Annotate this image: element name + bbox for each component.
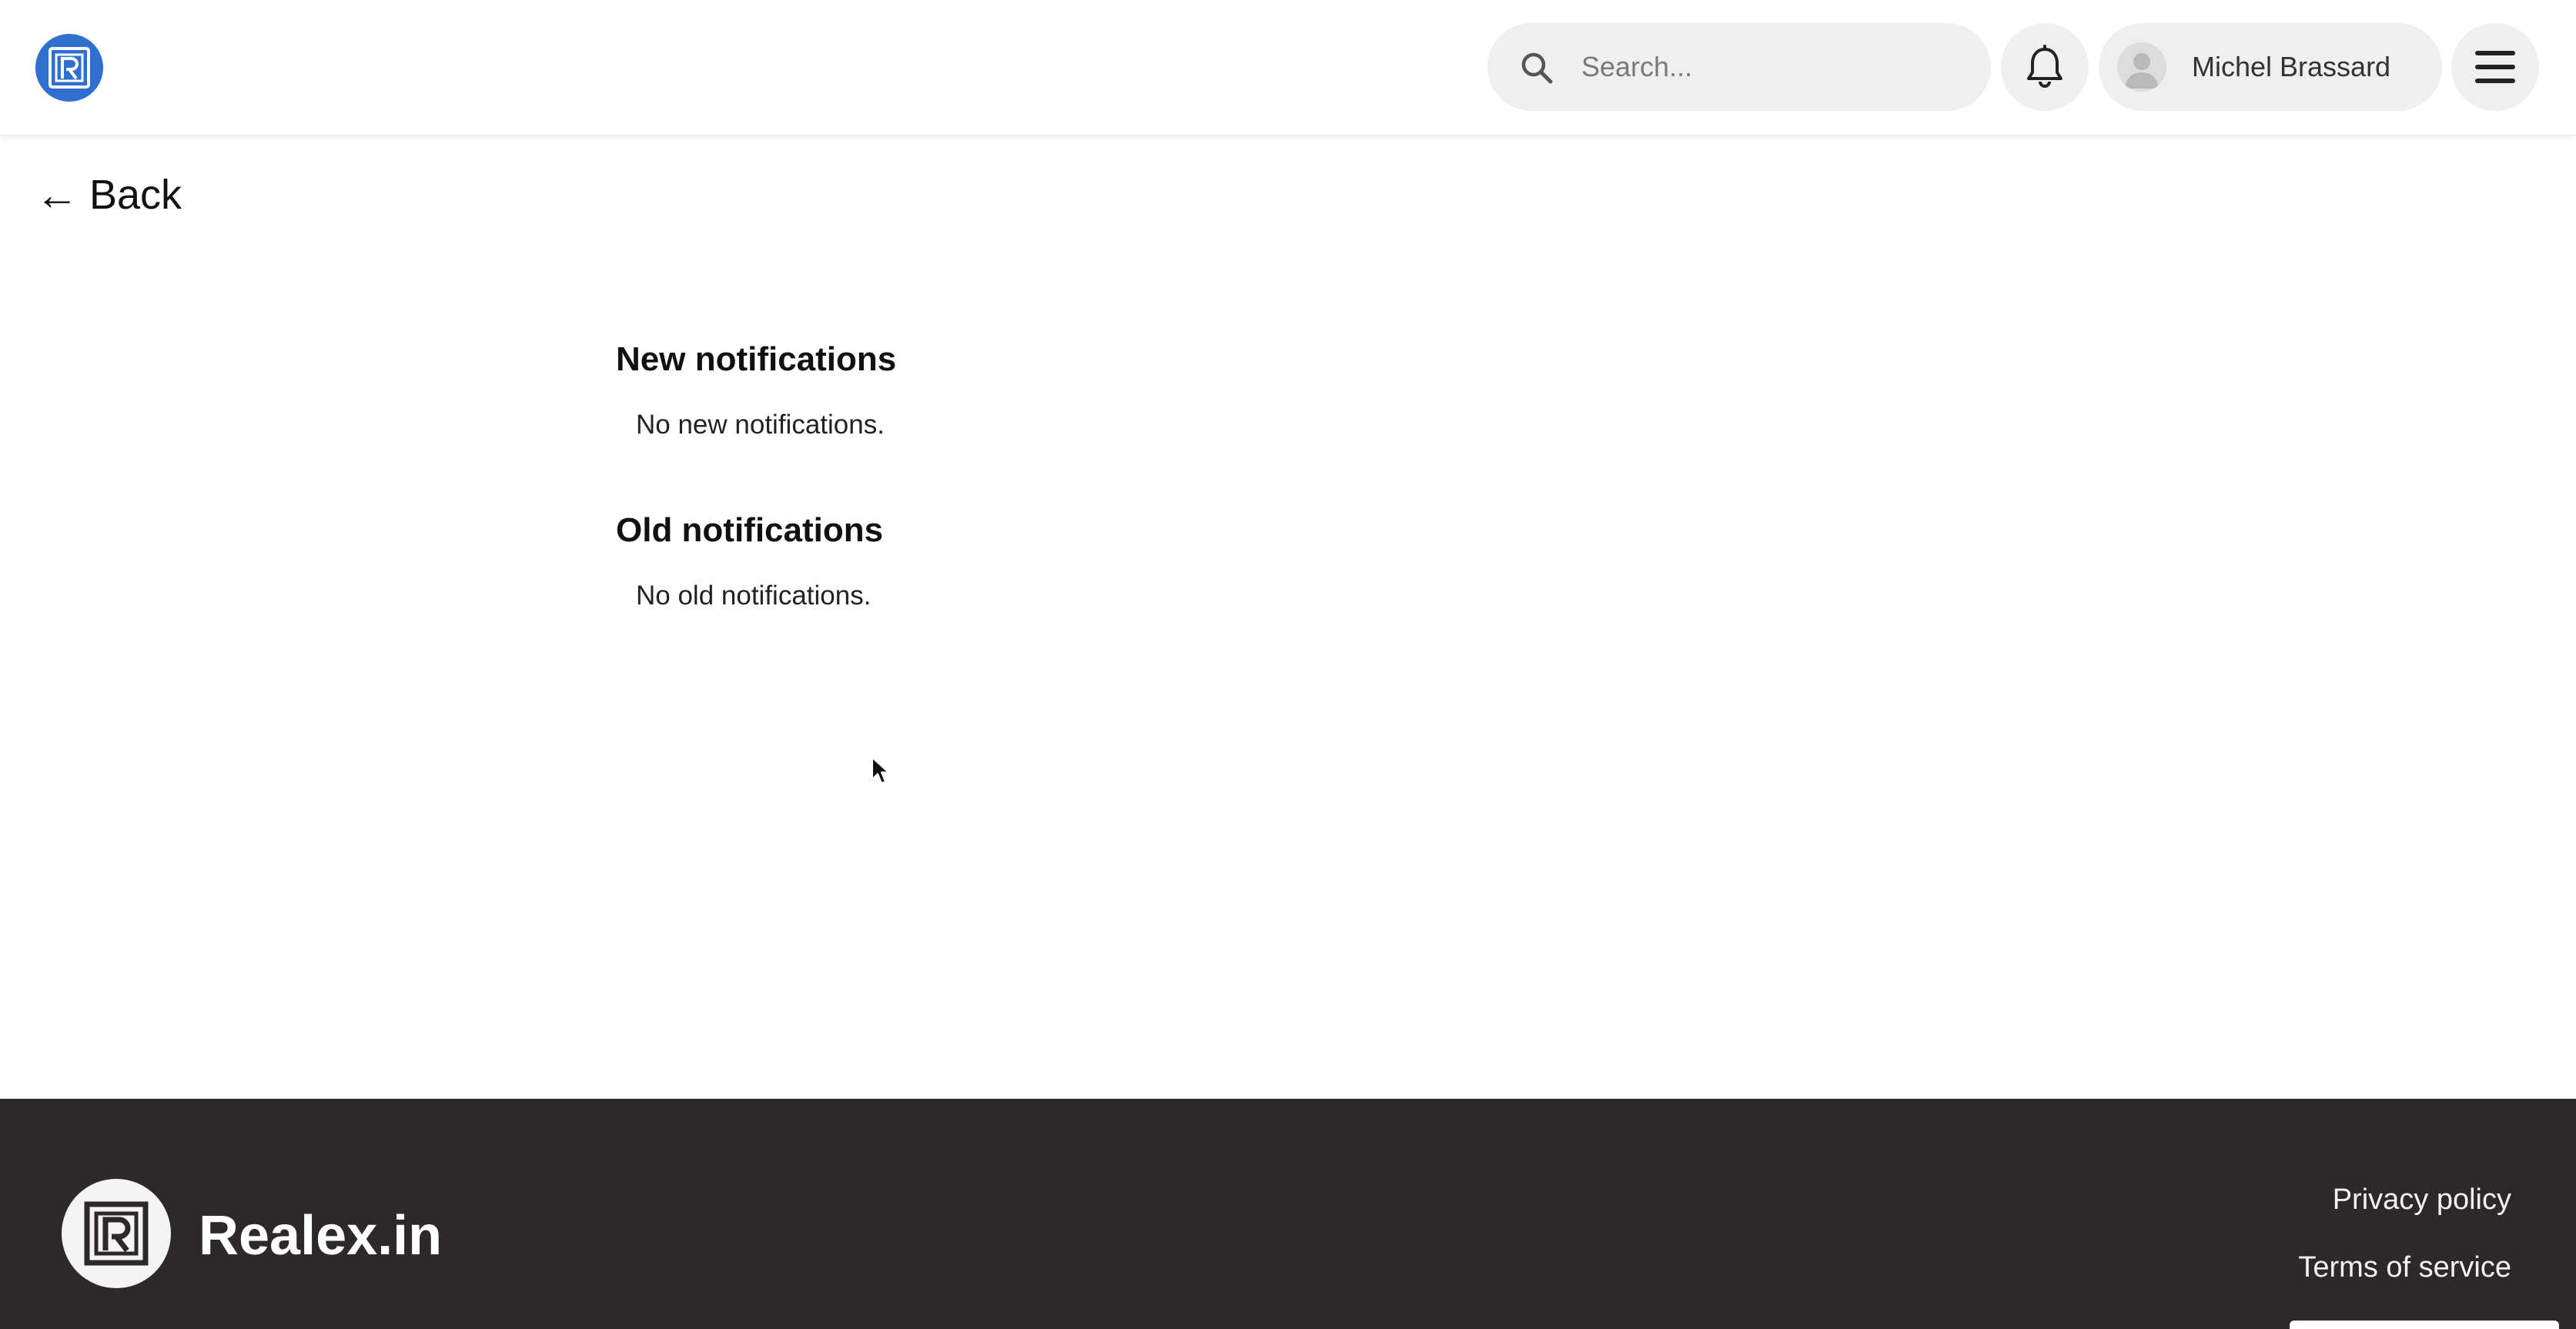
footer-brand-name: Realex.in bbox=[199, 1205, 443, 1267]
back-link[interactable]: ← Back bbox=[35, 168, 182, 222]
top-navigation-bar: Michel Brassard bbox=[0, 0, 2576, 136]
notifications-page: Michel Brassard ← Back New notifications… bbox=[0, 0, 2576, 1329]
old-notifications-heading: Old notifications bbox=[616, 511, 884, 549]
search-bar[interactable] bbox=[1487, 23, 1991, 111]
privacy-policy-link[interactable]: Privacy policy bbox=[2333, 1180, 2511, 1219]
new-notifications-heading: New notifications bbox=[616, 340, 897, 378]
mouse-cursor-icon bbox=[871, 757, 889, 784]
site-footer: Realex.in Privacy policy Terms of servic… bbox=[0, 1099, 2576, 1329]
terms-of-service-link[interactable]: Terms of service bbox=[2298, 1248, 2511, 1287]
notifications-button[interactable] bbox=[2001, 23, 2089, 111]
arrow-left-icon: ← bbox=[35, 170, 79, 219]
hamburger-menu-icon bbox=[2475, 51, 2515, 83]
back-label: Back bbox=[89, 172, 182, 218]
old-notifications-empty-text: No old notifications. bbox=[636, 581, 871, 611]
user-name: Michel Brassard bbox=[2192, 51, 2391, 82]
user-profile-button[interactable]: Michel Brassard bbox=[2099, 23, 2442, 111]
user-avatar-icon bbox=[2117, 42, 2166, 92]
footer-bottom-element bbox=[2290, 1321, 2559, 1329]
hamburger-menu-button[interactable] bbox=[2451, 23, 2539, 111]
footer-logo-icon bbox=[62, 1179, 171, 1288]
realex-logo-icon[interactable] bbox=[35, 34, 103, 102]
new-notifications-empty-text: No new notifications. bbox=[636, 410, 885, 440]
search-input[interactable] bbox=[1581, 42, 1966, 92]
search-icon bbox=[1521, 52, 1553, 84]
bell-icon bbox=[2027, 45, 2062, 88]
